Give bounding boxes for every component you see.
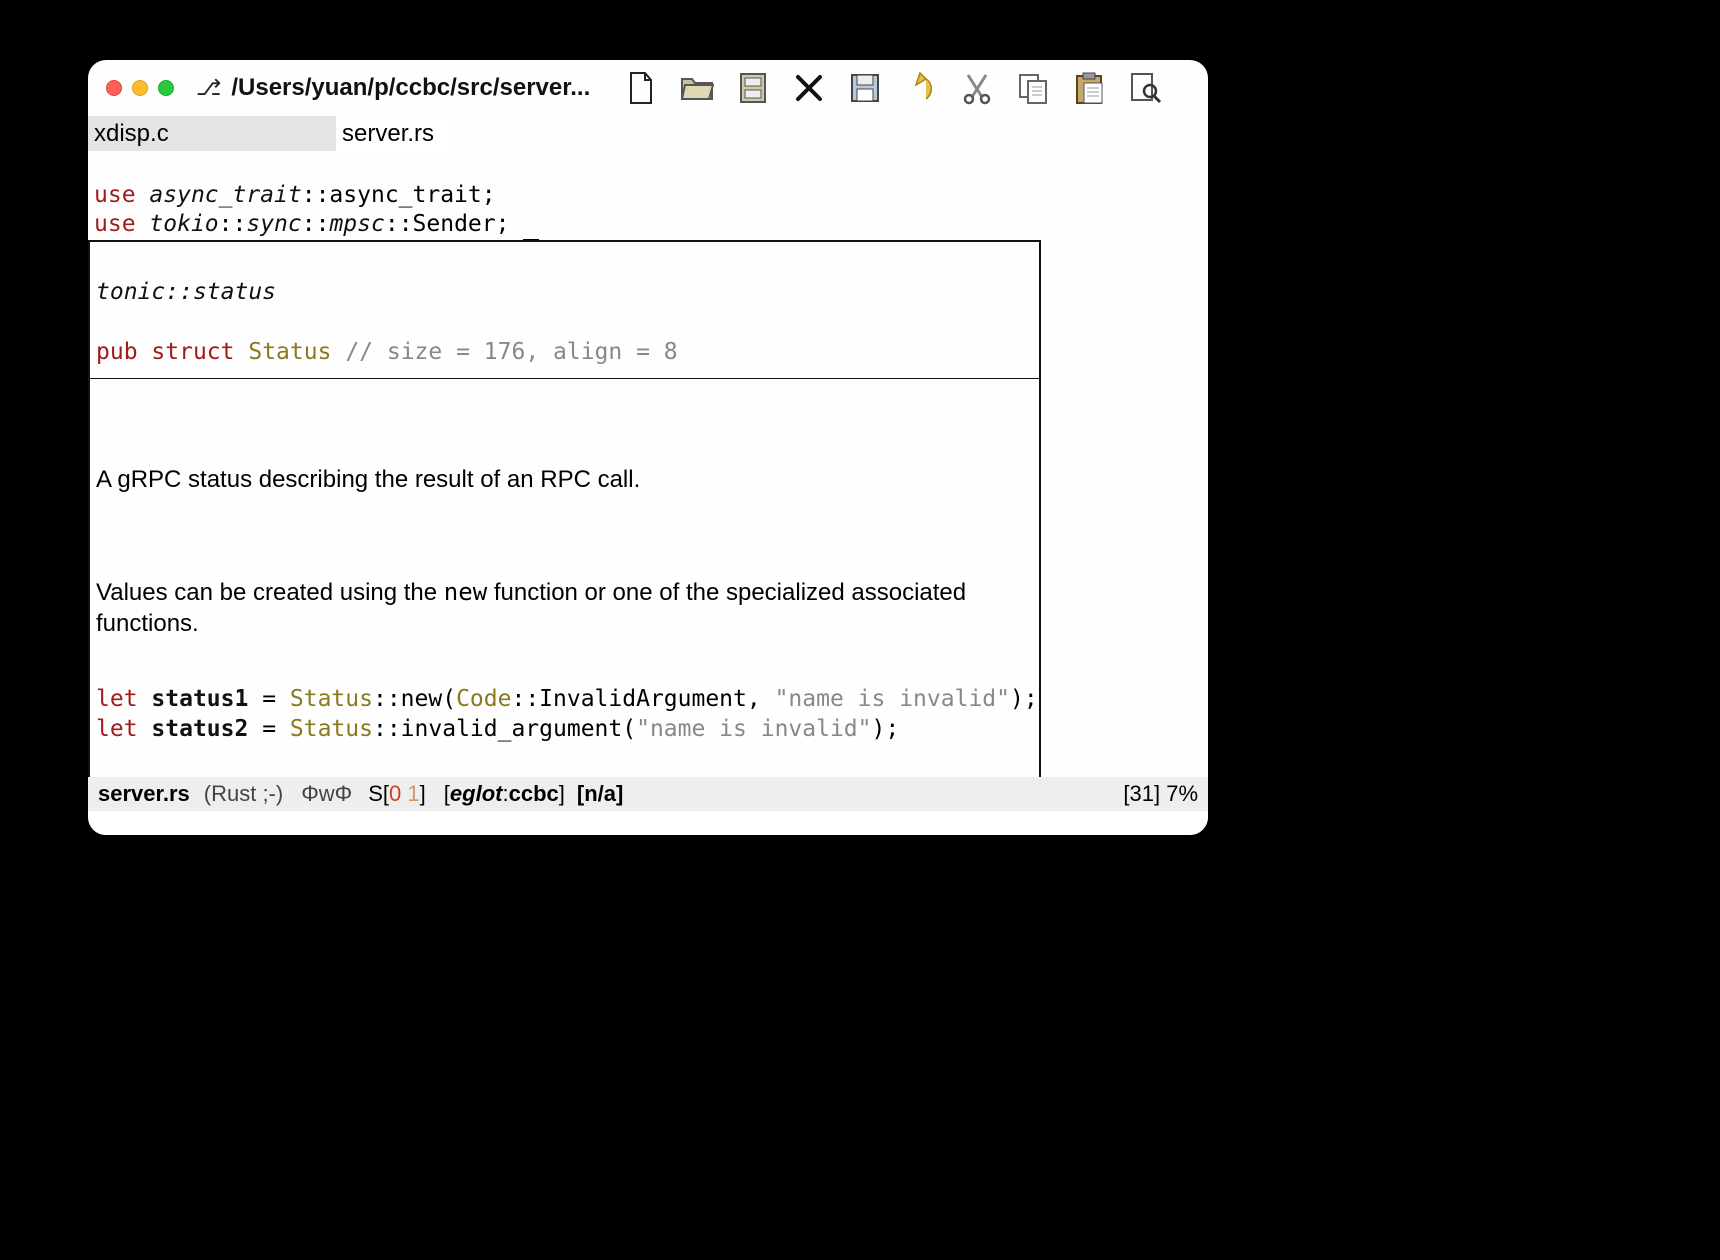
keyword: struct — [151, 339, 234, 365]
import-path: async_trait — [149, 182, 301, 208]
keyword: pub — [96, 339, 138, 365]
type-metadata: // size = 176, align = 8 — [345, 339, 677, 365]
tab-xdisp[interactable]: xdisp.c — [88, 116, 336, 151]
save-icon[interactable] — [848, 71, 882, 105]
minibuffer[interactable] — [88, 811, 1208, 835]
type-name: Status — [248, 339, 331, 365]
cut-icon[interactable] — [960, 71, 994, 105]
window-title: /Users/yuan/p/ccbc/src/server... — [231, 74, 590, 102]
tab-server[interactable]: server.rs — [336, 116, 448, 151]
modeline-diagnostics[interactable]: S[0 1] — [368, 781, 426, 807]
paste-icon[interactable] — [1072, 71, 1106, 105]
vcs-indicator-icon: ⎇ — [196, 75, 221, 101]
traffic-lights — [106, 80, 174, 96]
symbol-path: tonic::status — [96, 279, 276, 305]
kill-buffer-icon[interactable] — [792, 71, 826, 105]
editor-window: ⎇ /Users/yuan/p/ccbc/src/server... — [88, 60, 1208, 835]
keyword: use — [94, 182, 136, 208]
tab-label: xdisp.c — [94, 120, 169, 148]
maximize-button[interactable] — [158, 80, 174, 96]
modeline-na: [n/a] — [577, 781, 623, 807]
new-file-icon[interactable] — [624, 71, 658, 105]
toolbar — [624, 71, 1162, 105]
import-path: tokio — [149, 211, 218, 237]
copy-icon[interactable] — [1016, 71, 1050, 105]
keyword: use — [94, 211, 136, 237]
modeline-position: [31] 7% — [1123, 781, 1198, 807]
modeline-major-mode: (Rust ;-) — [204, 781, 283, 807]
modeline-indicator: ΦwΦ — [301, 781, 352, 807]
close-button[interactable] — [106, 80, 122, 96]
modeline-lsp[interactable]: [eglot:ccbc] — [444, 781, 565, 807]
tab-label: server.rs — [342, 120, 434, 148]
modeline-filename: server.rs — [98, 781, 190, 807]
code-text: ::async_trait; — [302, 182, 496, 208]
file-manager-icon[interactable] — [736, 71, 770, 105]
undo-icon[interactable] — [904, 71, 938, 105]
mode-line[interactable]: server.rs (Rust ;-) ΦwΦ S[0 1] [eglot:cc… — [88, 777, 1208, 811]
find-icon[interactable] — [1128, 71, 1162, 105]
doc-detail: Values can be created using the new func… — [96, 577, 1033, 639]
code-text: ::Sender; — [385, 211, 510, 237]
separator — [90, 378, 1039, 379]
open-folder-icon[interactable] — [680, 71, 714, 105]
hover-documentation-popup: tonic::status pub struct Status // size … — [88, 240, 1041, 835]
tab-strip: xdisp.c server.rs — [88, 116, 1208, 152]
code-editor[interactable]: use async_trait::async_trait; use tokio:… — [88, 152, 1208, 835]
doc-summary: A gRPC status describing the result of a… — [96, 464, 1033, 496]
titlebar: ⎇ /Users/yuan/p/ccbc/src/server... — [88, 60, 1208, 116]
minimize-button[interactable] — [132, 80, 148, 96]
